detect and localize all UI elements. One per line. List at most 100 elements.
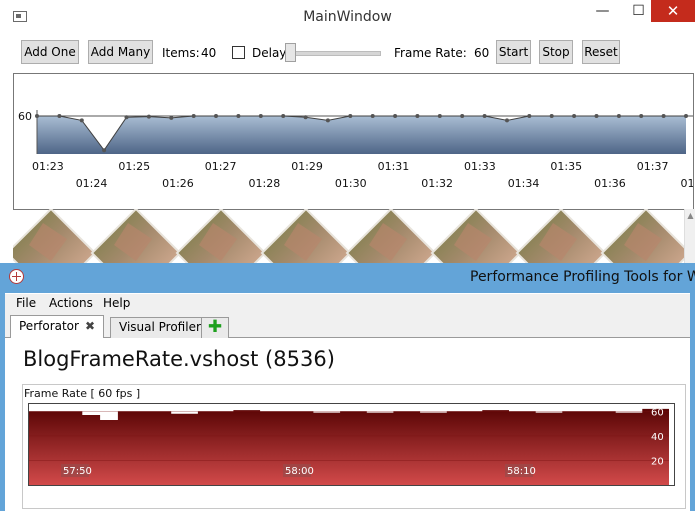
thumbnail-group bbox=[13, 209, 695, 268]
frame-rate-x-tick-label: 57:50 bbox=[63, 466, 92, 477]
tab-strip: Perforator ✖ Visual Profiler ✚ bbox=[5, 314, 690, 339]
frame-rate-area-series bbox=[29, 408, 669, 485]
process-title: BlogFrameRate.vshost (8536) bbox=[23, 347, 335, 371]
main-vertical-scrollbar[interactable]: ▲ bbox=[684, 209, 695, 268]
add-many-button[interactable]: Add Many bbox=[88, 40, 153, 64]
frame-rate-y-tick-label: 60 bbox=[651, 407, 664, 418]
profiler-app-icon bbox=[9, 269, 24, 284]
fps-area-series bbox=[37, 116, 686, 154]
frame-rate-value: 60 bbox=[474, 46, 490, 60]
fps-data-point bbox=[281, 114, 286, 118]
frame-rate-x-tick-label: 58:10 bbox=[507, 466, 536, 477]
fps-x-tick-label: 01:26 bbox=[162, 177, 194, 190]
fps-x-tick-label: 01:35 bbox=[550, 160, 582, 173]
fps-chart: 60 01:23 01:25 01:27 01:29 01:31 01:33 01:35 01:… bbox=[18, 110, 694, 190]
fps-data-point bbox=[258, 114, 263, 118]
fps-data-point bbox=[393, 114, 398, 118]
fps-data-point bbox=[549, 114, 554, 118]
fps-x-tick-label: 01:34 bbox=[508, 177, 540, 190]
fps-data-point bbox=[169, 115, 174, 120]
fps-x-tick-label: 01:27 bbox=[205, 160, 237, 173]
fps-x-tick-label: 01:32 bbox=[421, 177, 453, 190]
frame-rate-chart: 60 40 20 57:50 58:00 58:10 bbox=[29, 407, 669, 485]
main-window: MainWindow — ☐ ✕ Add One Add Many Items:… bbox=[0, 0, 695, 268]
fps-data-point bbox=[661, 114, 666, 118]
maximize-button[interactable]: ☐ bbox=[626, 0, 651, 22]
minimize-button[interactable]: — bbox=[580, 0, 625, 22]
fps-data-point bbox=[639, 114, 644, 118]
fps-data-point bbox=[572, 114, 577, 118]
frame-rate-label: Frame Rate: bbox=[394, 46, 467, 60]
fps-x-tick-label: 01:36 bbox=[594, 177, 626, 190]
frame-rate-x-tick-label: 58:00 bbox=[285, 466, 314, 477]
fps-x-tick-label: 01:24 bbox=[76, 177, 108, 190]
fps-x-tick-label: 01:38 bbox=[681, 177, 694, 190]
fps-data-point bbox=[527, 114, 532, 118]
fps-data-point bbox=[684, 114, 688, 118]
fps-data-point bbox=[348, 114, 353, 118]
fps-x-tick-label: 01:29 bbox=[291, 160, 323, 173]
stop-button[interactable]: Stop bbox=[539, 40, 573, 64]
tab-perforator[interactable]: Perforator ✖ bbox=[10, 315, 105, 339]
close-tab-icon[interactable]: ✖ bbox=[85, 319, 95, 333]
fps-data-point bbox=[594, 114, 599, 118]
fps-data-point bbox=[303, 115, 308, 120]
perforator-content: BlogFrameRate.vshost (8536) Frame Rate [… bbox=[5, 338, 690, 511]
fps-x-tick-label: 01:30 bbox=[335, 177, 367, 190]
reset-button[interactable]: Reset bbox=[582, 40, 620, 64]
fps-data-point bbox=[57, 114, 62, 118]
fps-data-point bbox=[124, 115, 129, 120]
start-button[interactable]: Start bbox=[496, 40, 531, 64]
fps-data-point bbox=[482, 114, 487, 118]
fps-x-tick-label: 01:23 bbox=[32, 160, 64, 173]
fps-x-tick-label: 01:25 bbox=[118, 160, 150, 173]
frame-rate-y-tick-label: 20 bbox=[651, 457, 664, 468]
profiler-window: Performance Profiling Tools for W File A… bbox=[0, 263, 695, 511]
fps-data-point bbox=[415, 114, 420, 118]
fps-data-point bbox=[460, 114, 465, 118]
add-one-button[interactable]: Add One bbox=[21, 40, 79, 64]
menu-help[interactable]: Help bbox=[103, 296, 130, 310]
menu-bar: File Actions Help bbox=[5, 294, 690, 314]
fps-data-point bbox=[214, 114, 218, 118]
frame-rate-group-label: Frame Rate [ 60 fps ] bbox=[24, 387, 141, 400]
main-titlebar: MainWindow — ☐ ✕ bbox=[0, 0, 695, 32]
frame-rate-group: Frame Rate [ 60 fps ] 60 40 20 57:50 58:00 58… bbox=[22, 384, 686, 509]
add-tab-button[interactable]: ✚ bbox=[201, 317, 229, 338]
delay-slider-track[interactable] bbox=[291, 51, 381, 56]
fps-y-tick-label: 60 bbox=[18, 110, 32, 123]
fps-x-tick-label: 01:33 bbox=[464, 160, 496, 173]
fps-chart-panel: 60 01:23 01:25 01:27 01:29 01:31 01:33 01:35 01:… bbox=[13, 73, 694, 210]
fps-data-point bbox=[437, 114, 442, 118]
profiler-titlebar: Performance Profiling Tools for W bbox=[0, 263, 695, 293]
window-border-right bbox=[690, 293, 695, 511]
tab-visual-profiler[interactable]: Visual Profiler bbox=[110, 317, 210, 338]
tab-perforator-label: Perforator bbox=[19, 319, 79, 333]
delay-label: Delay bbox=[252, 46, 287, 60]
close-button[interactable]: ✕ bbox=[651, 0, 695, 22]
fps-data-point bbox=[102, 148, 107, 153]
fps-data-point bbox=[146, 114, 151, 119]
fps-data-point bbox=[191, 114, 196, 118]
fps-data-point bbox=[236, 114, 241, 118]
fps-x-tick-label: 01:28 bbox=[249, 177, 281, 190]
fps-data-point bbox=[370, 114, 375, 118]
plus-icon: ✚ bbox=[207, 317, 223, 337]
fps-x-tick-label: 01:31 bbox=[378, 160, 410, 173]
fps-data-point bbox=[505, 118, 509, 123]
menu-actions[interactable]: Actions bbox=[49, 296, 93, 310]
frame-rate-y-tick-label: 40 bbox=[651, 432, 664, 443]
menu-file[interactable]: File bbox=[16, 296, 36, 310]
profiler-window-title: Performance Profiling Tools for W bbox=[470, 269, 695, 285]
fps-data-point bbox=[79, 118, 84, 123]
delay-checkbox[interactable] bbox=[232, 46, 245, 59]
fps-data-point bbox=[325, 118, 330, 123]
items-label: Items: bbox=[162, 46, 200, 60]
fps-data-point bbox=[616, 114, 621, 118]
frame-rate-chart-container: 60 40 20 57:50 58:00 58:10 bbox=[28, 403, 675, 486]
tab-visual-profiler-label: Visual Profiler bbox=[119, 320, 201, 334]
items-count: 40 bbox=[201, 46, 217, 60]
delay-slider-thumb[interactable] bbox=[285, 43, 296, 62]
scroll-up-arrow-icon[interactable]: ▲ bbox=[685, 209, 695, 223]
fps-x-tick-label: 01:37 bbox=[637, 160, 669, 173]
